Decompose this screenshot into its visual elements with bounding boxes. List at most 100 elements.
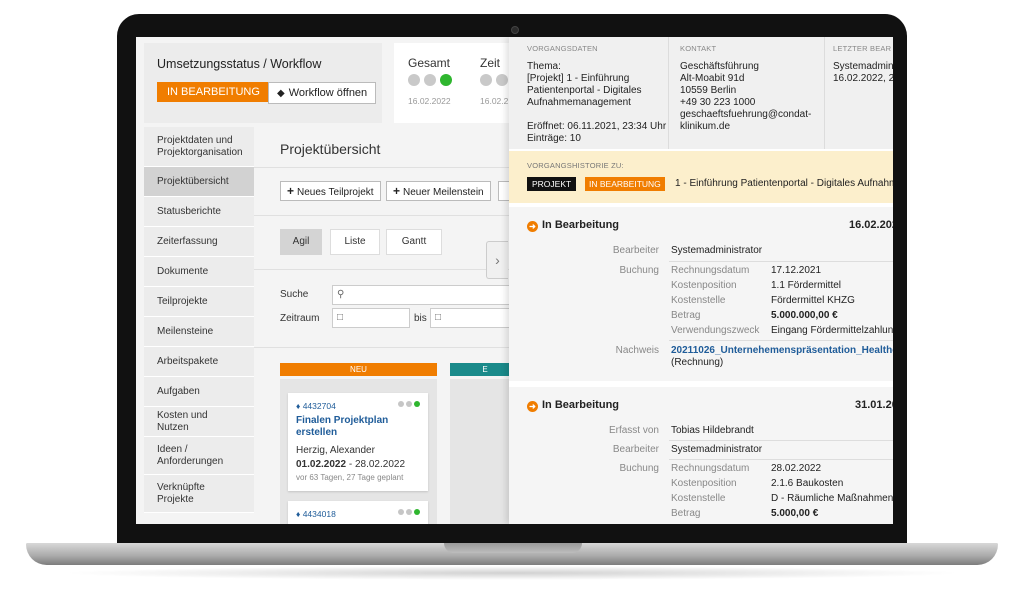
kanban-card[interactable]: ♦ 4432704 Finalen Projektplan erstellen … bbox=[288, 393, 428, 491]
zweck-label: Verwendungszweck bbox=[671, 325, 760, 336]
gesamt-label: Gesamt bbox=[408, 56, 451, 70]
nachweis-label: Nachweis bbox=[615, 345, 659, 356]
rechnungsdatum-value: 17.12.2021 bbox=[771, 265, 822, 276]
chevron-right-icon: › bbox=[495, 252, 500, 268]
status-title: Umsetzungsstatus / Workflow bbox=[157, 57, 322, 71]
card-id: ♦ 4434018 bbox=[296, 509, 336, 519]
search-label: Suche bbox=[280, 289, 309, 300]
view-gantt-tab[interactable]: Gantt bbox=[386, 229, 442, 255]
kostenposition-label: Kostenposition bbox=[671, 280, 737, 291]
nachweis-type: (Rechnung) bbox=[671, 357, 724, 368]
arrow-right-icon: ➜ bbox=[527, 401, 538, 412]
zeit-date: 16.02.2 bbox=[480, 96, 509, 106]
laptop-shadow bbox=[60, 566, 964, 580]
card-note: vor 63 Tagen, 27 Tage geplant bbox=[296, 473, 404, 482]
collapse-panel-button[interactable]: › bbox=[486, 241, 508, 279]
status-badge: IN BEARBEITUNG bbox=[157, 82, 270, 102]
kontakt-email[interactable]: geschaeftsfuehrung@condat- bbox=[680, 109, 820, 121]
sidebar-item-statusberichte[interactable]: Statusberichte bbox=[144, 197, 254, 227]
entries-count: Einträge: 10 bbox=[527, 133, 581, 144]
sidebar-item-arbeitspakete[interactable]: Arbeitspakete bbox=[144, 347, 254, 377]
view-liste-tab[interactable]: Liste bbox=[330, 229, 380, 255]
betrag-label: Betrag bbox=[671, 310, 701, 321]
workflow-status-box: Umsetzungsstatus / Workflow IN BEARBEITU… bbox=[144, 43, 382, 123]
history-entry: ➜ In Bearbeitung 31.01.2022 Erfasst von T… bbox=[509, 387, 893, 524]
entry-date: 31.01.2022 bbox=[855, 399, 893, 411]
sidebar-item-ideen[interactable]: Ideen / Anforderungen bbox=[144, 437, 254, 475]
date-from-input[interactable]: □ bbox=[332, 308, 410, 328]
entry-status-label: In Bearbeitung bbox=[542, 219, 620, 231]
kontakt-email-cont[interactable]: klinikum.de bbox=[680, 121, 820, 133]
kanban-card[interactable]: ♦ 4434018 bbox=[288, 501, 428, 524]
zeit-label: Zeit bbox=[480, 56, 501, 70]
app-screen: Umsetzungsstatus / Workflow IN BEARBEITU… bbox=[136, 37, 893, 524]
card-traffic-light bbox=[398, 401, 420, 407]
sidebar-item-projektdaten[interactable]: Projektdaten und Projektorganisation bbox=[144, 127, 254, 167]
entry-status: ➜ In Bearbeitung bbox=[527, 219, 619, 232]
nachweis-file-link[interactable]: 20211026_Unternehemenspräsentation_Healt… bbox=[671, 345, 893, 356]
erfasst-label: Erfasst von bbox=[608, 425, 659, 436]
card-id-value: 4432704 bbox=[302, 401, 336, 411]
letzter-line: 16.02.2022, 2 bbox=[833, 73, 893, 84]
sidebar-item-verknuepfte[interactable]: Verknüpfte Projekte bbox=[144, 475, 254, 513]
divider bbox=[254, 215, 514, 216]
process-info-header: VORGANGSDATEN Thema: [Projekt] 1 - Einfü… bbox=[509, 37, 893, 149]
history-text: 1 - Einführung Patientenportal - Digital… bbox=[675, 178, 893, 189]
kostenposition-value: 2.1.6 Baukosten bbox=[771, 478, 844, 489]
divider bbox=[254, 167, 514, 168]
rechnungsdatum-label: Rechnungsdatum bbox=[671, 265, 750, 276]
betrag-label: Betrag bbox=[671, 508, 701, 519]
kontakt-line: +49 30 223 1000 bbox=[680, 97, 756, 108]
new-milestone-label: Neuer Meilenstein bbox=[403, 187, 484, 198]
card-traffic-light bbox=[398, 509, 420, 515]
bearbeiter-value: Systemadministrator bbox=[671, 245, 763, 256]
zweck-value: Eingang Fördermittelzahlung bbox=[771, 325, 893, 336]
divider bbox=[669, 459, 893, 460]
history-entry: ➜ In Bearbeitung 16.02.2022 Bearbeiter Sy… bbox=[509, 207, 893, 381]
thema-label: Thema: bbox=[527, 61, 561, 72]
rechnungsdatum-label: Rechnungsdatum bbox=[671, 463, 750, 474]
divider bbox=[824, 37, 825, 149]
zeit-traffic-light bbox=[480, 74, 508, 86]
to-label: bis bbox=[414, 313, 427, 324]
kostenposition-value: 1.1 Fördermittel bbox=[771, 280, 842, 291]
overview-status-box: Gesamt 16.02.2022 Zeit 16.02.2 bbox=[394, 43, 514, 123]
view-agil-tab[interactable]: Agil bbox=[280, 229, 322, 255]
buchung-label: Buchung bbox=[619, 265, 659, 276]
new-subproject-label: Neues Teilprojekt bbox=[297, 187, 374, 198]
card-dates: 01.02.2022 - 28.02.2022 bbox=[296, 459, 405, 470]
letzter-section: LETZTER BEAR Systemadmini 16.02.2022, 2 bbox=[833, 43, 893, 85]
divider bbox=[669, 440, 893, 441]
laptop-notch bbox=[444, 543, 582, 553]
new-milestone-button[interactable]: + Neuer Meilenstein bbox=[386, 181, 491, 201]
calendar-icon: □ bbox=[435, 312, 442, 323]
column-neu-header: NEU bbox=[280, 363, 437, 376]
calendar-icon: □ bbox=[337, 312, 344, 323]
sidebar-item-dokumente[interactable]: Dokumente bbox=[144, 257, 254, 287]
search-input[interactable]: ⚲ bbox=[332, 285, 532, 305]
card-date-start: 01.02.2022 bbox=[296, 459, 347, 470]
vorgangsdaten-section: VORGANGSDATEN Thema: [Projekt] 1 - Einfü… bbox=[527, 43, 677, 145]
sidebar-item-aufgaben[interactable]: Aufgaben bbox=[144, 377, 254, 407]
erfasst-value: Tobias Hildebrandt bbox=[671, 425, 754, 436]
kostenstelle-label: Kostenstelle bbox=[671, 295, 726, 306]
gesamt-traffic-light bbox=[408, 74, 452, 86]
rechnungsdatum-value: 28.02.2022 bbox=[771, 463, 822, 474]
thema-value: [Projekt] 1 - Einführung Patientenportal… bbox=[527, 73, 642, 108]
sidebar-item-kosten[interactable]: Kosten und Nutzen bbox=[144, 407, 254, 437]
new-subproject-button[interactable]: + Neues Teilprojekt bbox=[280, 181, 381, 201]
open-workflow-button[interactable]: ◆ Workflow öffnen bbox=[268, 82, 377, 104]
letzter-line: Systemadmini bbox=[833, 61, 893, 72]
sidebar-item-projektuebersicht[interactable]: Projektübersicht bbox=[144, 167, 254, 197]
vorgangsdaten-heading: VORGANGSDATEN bbox=[527, 44, 598, 53]
card-title[interactable]: Finalen Projektplan erstellen bbox=[296, 415, 416, 439]
kostenposition-label: Kostenposition bbox=[671, 478, 737, 489]
open-workflow-label: Workflow öffnen bbox=[288, 87, 368, 99]
sidebar-item-meilensteine[interactable]: Meilensteine bbox=[144, 317, 254, 347]
card-id: ♦ 4432704 bbox=[296, 401, 336, 411]
kostenstelle-value: Fördermittel KHZG bbox=[771, 295, 855, 306]
letzter-heading: LETZTER BEAR bbox=[833, 44, 892, 53]
period-label: Zeitraum bbox=[280, 313, 320, 324]
sidebar-item-zeiterfassung[interactable]: Zeiterfassung bbox=[144, 227, 254, 257]
sidebar-item-teilprojekte[interactable]: Teilprojekte bbox=[144, 287, 254, 317]
